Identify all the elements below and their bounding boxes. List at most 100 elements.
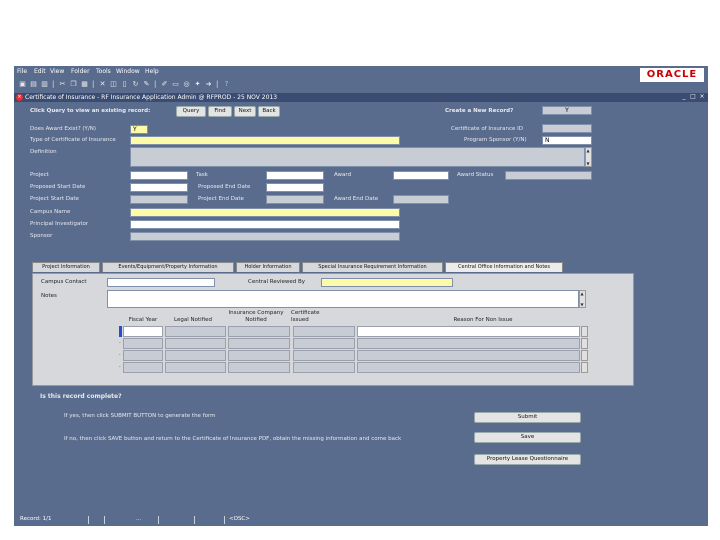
tab-project-information[interactable]: Project Information: [32, 262, 100, 272]
reason-scroll-icon[interactable]: [581, 338, 588, 349]
certificate-id-label: Certificate of Insurance ID: [451, 126, 523, 132]
scroll-down-icon[interactable]: ▼: [585, 161, 591, 166]
campus-name-field[interactable]: [130, 208, 400, 217]
award-field[interactable]: [393, 171, 449, 180]
menu-window[interactable]: Window: [116, 68, 140, 75]
help-icon[interactable]: ?: [222, 80, 231, 89]
cut-icon[interactable]: ✂: [58, 80, 67, 89]
tools-icon[interactable]: ✦: [193, 80, 202, 89]
status-bar: Record: 1/1 ... <OSC>: [14, 514, 708, 526]
central-reviewed-by-field[interactable]: [321, 278, 453, 287]
print-icon[interactable]: ▤: [29, 80, 38, 89]
next-button[interactable]: Next: [234, 106, 256, 117]
menu-folder[interactable]: Folder: [71, 68, 90, 75]
attachments-icon[interactable]: ✎: [142, 80, 151, 89]
back-button[interactable]: Back: [258, 106, 280, 117]
legal-notified-cell[interactable]: [165, 350, 226, 361]
reason-for-non-issue-cell[interactable]: [357, 326, 580, 337]
insurance-company-notified-cell[interactable]: [228, 326, 290, 337]
save-button[interactable]: Save: [474, 432, 581, 443]
insurance-company-notified-cell[interactable]: [228, 362, 290, 373]
delete-icon[interactable]: ✕: [98, 80, 107, 89]
row-indicator: ·: [119, 352, 121, 358]
reason-for-non-issue-cell[interactable]: [357, 350, 580, 361]
legal-notified-cell[interactable]: [165, 338, 226, 349]
campus-contact-field[interactable]: [107, 278, 215, 287]
close-icon[interactable]: ×: [698, 93, 706, 101]
translation-icon[interactable]: ◫: [109, 80, 118, 89]
notes-field[interactable]: [107, 290, 579, 308]
menu-view[interactable]: View: [50, 68, 64, 75]
paste-icon[interactable]: ▦: [80, 80, 89, 89]
scroll-up-icon[interactable]: ▲: [579, 291, 585, 296]
forward-icon[interactable]: ➜: [204, 80, 213, 89]
sponsor-field[interactable]: [130, 232, 400, 241]
form-close-icon[interactable]: ×: [16, 94, 23, 101]
does-award-exist-field[interactable]: Y: [130, 125, 148, 134]
toolbar: ▣ ▤ ▥ | ✂ ❐ ▦ | ✕ ◫ ▯ ↻ ✎ | ✐ ▭ ◎ ✦ ➜ | …: [14, 78, 708, 92]
table-row[interactable]: [123, 362, 593, 373]
certificate-issued-cell[interactable]: [293, 362, 355, 373]
reason-scroll-icon[interactable]: [581, 326, 588, 337]
find-button[interactable]: Find: [208, 106, 232, 117]
insurance-company-notified-cell[interactable]: [228, 350, 290, 361]
scroll-up-icon[interactable]: ▲: [585, 148, 591, 153]
menu-help[interactable]: Help: [145, 68, 159, 75]
proposed-start-date-field[interactable]: [130, 183, 188, 192]
folder-icon[interactable]: ▭: [171, 80, 180, 89]
insurance-company-notified-cell[interactable]: [228, 338, 290, 349]
task-field[interactable]: [266, 171, 324, 180]
program-sponsor-field[interactable]: N: [542, 136, 592, 145]
create-new-record-field[interactable]: Y: [542, 106, 592, 115]
record-complete-question: Is this record complete?: [40, 393, 122, 400]
project-end-date-field[interactable]: [266, 195, 324, 204]
project-field[interactable]: [130, 171, 188, 180]
reason-scroll-icon[interactable]: [581, 362, 588, 373]
tab-special-insurance-requirement[interactable]: Special Insurance Requirement Informatio…: [302, 262, 443, 272]
reason-for-non-issue-cell[interactable]: [357, 362, 580, 373]
definition-field[interactable]: [130, 147, 585, 167]
fiscal-year-cell[interactable]: [123, 338, 163, 349]
certificate-issued-cell[interactable]: [293, 326, 355, 337]
project-start-date-field[interactable]: [130, 195, 188, 204]
query-button[interactable]: Query: [176, 106, 206, 117]
reason-scroll-icon[interactable]: [581, 350, 588, 361]
save-icon[interactable]: ▣: [18, 80, 27, 89]
reason-for-non-issue-cell[interactable]: [357, 338, 580, 349]
new-icon[interactable]: ▯: [120, 80, 129, 89]
edit-icon[interactable]: ✐: [160, 80, 169, 89]
award-end-date-field[interactable]: [393, 195, 449, 204]
fiscal-year-cell[interactable]: [123, 326, 163, 337]
property-lease-questionnaire-button[interactable]: Property Lease Questionnaire: [474, 454, 581, 465]
legal-notified-cell[interactable]: [165, 362, 226, 373]
notes-scrollbar[interactable]: ▲ ▼: [579, 290, 586, 308]
certificate-id-field[interactable]: [542, 124, 592, 133]
definition-scrollbar[interactable]: ▲ ▼: [585, 147, 592, 167]
zoom-icon[interactable]: ◎: [182, 80, 191, 89]
table-row[interactable]: [123, 350, 593, 361]
legal-notified-cell[interactable]: [165, 326, 226, 337]
submit-button[interactable]: Submit: [474, 412, 581, 423]
refresh-icon[interactable]: ↻: [131, 80, 140, 89]
copy-icon[interactable]: ❐: [69, 80, 78, 89]
proposed-end-date-field[interactable]: [266, 183, 324, 192]
type-of-certificate-field[interactable]: [130, 136, 400, 145]
certificate-issued-cell[interactable]: [293, 350, 355, 361]
tab-holder-information[interactable]: Holder Information: [236, 262, 300, 272]
table-row[interactable]: [123, 338, 593, 349]
minimize-icon[interactable]: _: [680, 93, 688, 101]
fiscal-year-cell[interactable]: [123, 350, 163, 361]
principal-investigator-field[interactable]: [130, 220, 400, 229]
fiscal-year-cell[interactable]: [123, 362, 163, 373]
table-row[interactable]: [123, 326, 593, 337]
menu-tools[interactable]: Tools: [96, 68, 111, 75]
scroll-down-icon[interactable]: ▼: [579, 302, 585, 307]
menu-file[interactable]: File: [17, 68, 27, 75]
maximize-icon[interactable]: □: [689, 93, 697, 101]
open-icon[interactable]: ▥: [40, 80, 49, 89]
award-status-field[interactable]: [505, 171, 592, 180]
tab-central-office-information[interactable]: Central Office Information and Notes: [445, 262, 563, 272]
tab-events-equipment-property[interactable]: Events/Equipment/Property Information: [102, 262, 234, 272]
menu-edit[interactable]: Edit: [34, 68, 46, 75]
certificate-issued-cell[interactable]: [293, 338, 355, 349]
